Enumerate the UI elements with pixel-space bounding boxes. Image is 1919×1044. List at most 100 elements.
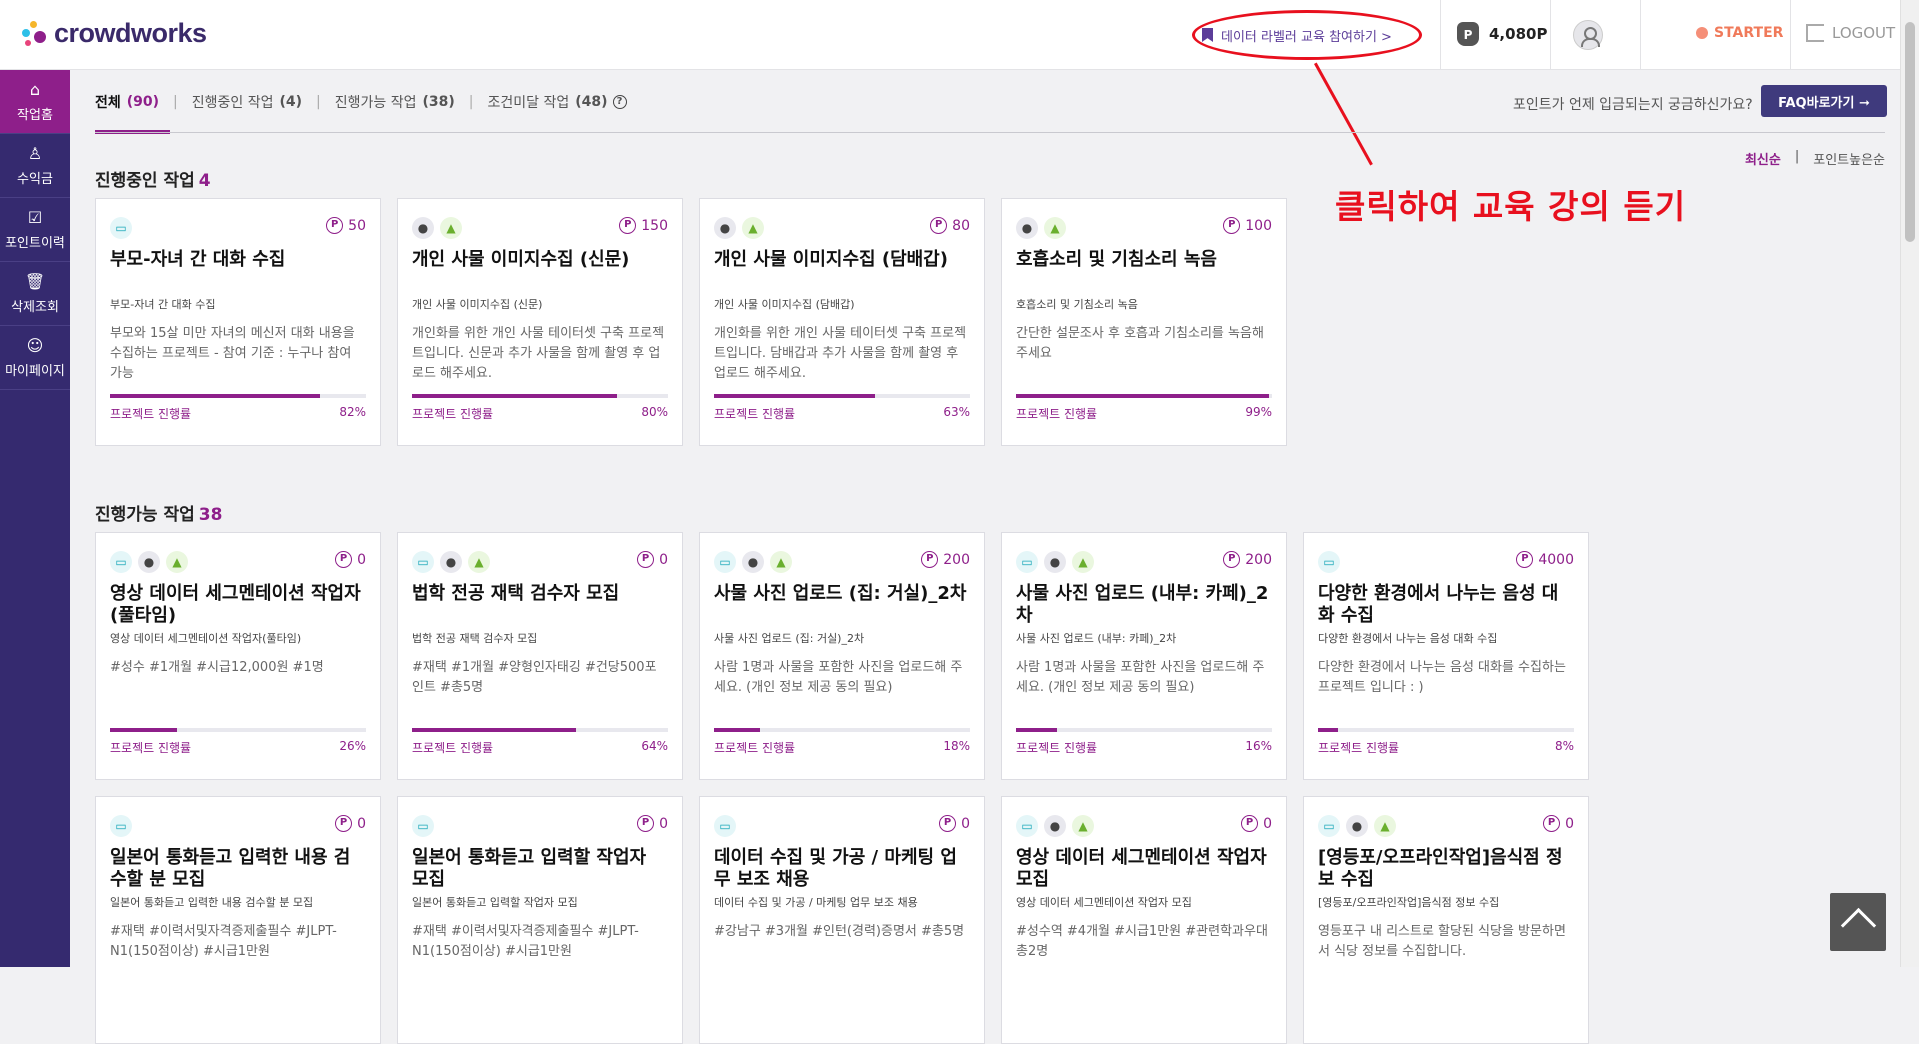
money-bag-icon: ♙ <box>27 144 43 163</box>
card-title: [영등포/오프라인작업]음식점 정보 수집 <box>1318 847 1563 890</box>
scrollbar-thumb[interactable] <box>1905 22 1915 242</box>
sidebar-item-earnings[interactable]: ♙ 수익금 <box>0 134 70 198</box>
available-card-list-2: ▭ P0 일본어 통화듣고 입력한 내용 검수할 분 모집 일본어 통화듣고 입… <box>95 796 1589 1044</box>
point-icon: P <box>930 217 948 234</box>
header-divider <box>1550 0 1551 70</box>
monitor-icon: ▭ <box>1016 551 1038 573</box>
card-description: 개인화를 위한 개인 사물 테이터셋 구축 프로젝트입니다. 담배갑과 추가 사… <box>714 326 967 381</box>
in-progress-card-list: ▭ P 50 부모-자녀 간 대화 수집 부모-자녀 간 대화 수집 부모와 15… <box>95 198 1287 446</box>
points-display[interactable]: P 4,080P <box>1457 22 1547 46</box>
available-card-list: ▭ ● ▲ P0 영상 데이터 세그멘테이션 작업자(풀타임) 영상 데이터 세그멘… <box>95 532 1589 780</box>
header-divider <box>1640 0 1641 70</box>
sidebar-item-deleted[interactable]: 🗑 삭제조회 <box>0 262 70 326</box>
card-subtitle: 영상 데이터 세그멘테이션 작업자(풀타임) <box>110 632 302 645</box>
tab-label: 진행중인 작업 <box>191 95 274 111</box>
card-subtitle: 영상 데이터 세그멘테이션 작업자 모집 <box>1016 896 1192 909</box>
points-value: 4,080P <box>1489 25 1548 43</box>
avatar-icon[interactable] <box>1573 20 1603 50</box>
progress-percent: 64% <box>641 739 668 753</box>
faq-button[interactable]: FAQ바로가기 ➞ <box>1761 85 1887 117</box>
tab-label: 진행가능 작업 <box>334 95 417 111</box>
apple-icon: ● <box>412 217 434 239</box>
sort-latest[interactable]: 최신순 <box>1745 149 1781 168</box>
card-points-value: 0 <box>1565 815 1574 832</box>
task-card[interactable]: ▭ ● ▲ P 200 사물 사진 업로드 (집: 거실)_2차 사물 사진 업로드 … <box>699 532 985 780</box>
task-card[interactable]: ● ▲ P 150 개인 사물 이미지수집 (신문) 개인 사물 이미지수집 (신문… <box>397 198 683 446</box>
point-icon: P <box>1223 217 1241 234</box>
card-points: P0 <box>1543 815 1574 832</box>
card-subtitle: 법학 전공 재택 검수자 모집 <box>412 632 538 645</box>
card-description: #재택 #1개월 #양형인자태깅 #건당500포인트 #총5명 <box>412 660 657 695</box>
monitor-icon: ▭ <box>714 815 736 837</box>
data-labeler-education-button[interactable]: 데이터 라벨러 교육 참여하기 > <box>1202 24 1392 46</box>
tab-in-progress[interactable]: 진행중인 작업 (4) <box>192 92 302 112</box>
logout-button[interactable]: LOGOUT <box>1806 24 1895 42</box>
point-icon: P <box>1223 551 1241 568</box>
platform-icons: ▭ <box>714 815 970 837</box>
card-description: 개인화를 위한 개인 사물 테이터셋 구축 프로젝트입니다. 신문과 추가 사물… <box>412 326 665 381</box>
card-points-value: 200 <box>1245 551 1272 568</box>
tab-available[interactable]: 진행가능 작업 (38) <box>335 92 455 112</box>
card-points: P 4000 <box>1516 551 1574 568</box>
monitor-icon: ▭ <box>714 551 736 573</box>
section-count: 4 <box>198 171 211 191</box>
logo-text: crowdworks <box>54 18 207 48</box>
card-subtitle: 일본어 통화듣고 입력할 작업자 모집 <box>412 896 578 909</box>
apple-icon: ● <box>440 551 462 573</box>
card-points-value: 0 <box>357 815 366 832</box>
task-card[interactable]: ▭ P 50 부모-자녀 간 대화 수집 부모-자녀 간 대화 수집 부모와 15… <box>95 198 381 446</box>
monitor-icon: ▭ <box>412 551 434 573</box>
card-description: #성수역 #4개월 #시급1만원 #관련학과우대 총2명 <box>1016 924 1268 959</box>
card-points-value: 150 <box>641 217 668 234</box>
card-subtitle: 사물 사진 업로드 (집: 거실)_2차 <box>714 632 865 645</box>
scroll-to-top-button[interactable] <box>1830 893 1886 951</box>
tab-all[interactable]: 전체 (90) <box>95 92 159 112</box>
sidebar-item-point-history[interactable]: ☑ 포인트이력 <box>0 198 70 262</box>
task-card[interactable]: ▭ ● ▲ P0 영상 데이터 세그멘테이션 작업자 모집 영상 데이터 세그멘테이… <box>1001 796 1287 1044</box>
section-count: 38 <box>198 505 223 525</box>
tab-count: (90) <box>126 94 160 110</box>
monitor-icon: ▭ <box>110 551 132 573</box>
crowdworks-logo[interactable]: crowdworks <box>22 18 207 49</box>
card-description: 사람 1명과 사물을 포함한 사진을 업로드해 주세요. (개인 정보 제공 동… <box>1016 660 1265 695</box>
task-card[interactable]: ▭ P0 일본어 통화듣고 입력할 작업자 모집 일본어 통화듣고 입력할 작업… <box>397 796 683 1044</box>
task-card[interactable]: ▭ P0 데이터 수집 및 가공 / 마케팅 업무 보조 채용 데이터 수집 및… <box>699 796 985 1044</box>
user-icon: ☺ <box>26 336 44 355</box>
task-card[interactable]: ▭ P 4000 다양한 환경에서 나누는 음성 대화 수집 다양한 환경에서 나… <box>1303 532 1589 780</box>
task-card[interactable]: ▭ ● ▲ P0 [영등포/오프라인작업]음식점 정보 수집 [영등포/오프라인작업… <box>1303 796 1589 1044</box>
progress-bar <box>412 394 668 398</box>
point-icon: P <box>326 217 344 234</box>
android-icon: ▲ <box>1374 815 1396 837</box>
annotation-line <box>1314 62 1373 166</box>
card-points: P0 <box>335 551 366 568</box>
tab-unqualified[interactable]: 조건미달 작업 (48) ? <box>488 92 627 112</box>
card-description: #재택 #이력서및자격증제출필수 #JLPT-N1(150점이상) #시급1만원 <box>412 924 639 959</box>
progress-fill <box>412 394 617 398</box>
logout-icon <box>1806 24 1824 42</box>
progress-row: 프로젝트 진행률 80% <box>412 405 668 422</box>
sidebar-item-work-home[interactable]: ⌂ 작업홈 <box>0 70 70 134</box>
scrollbar[interactable] <box>1900 0 1919 967</box>
card-points-value: 0 <box>659 815 668 832</box>
task-card[interactable]: ▭ P0 일본어 통화듣고 입력한 내용 검수할 분 모집 일본어 통화듣고 입… <box>95 796 381 1044</box>
task-card[interactable]: ● ▲ P 100 호흡소리 및 기침소리 녹음 호흡소리 및 기침소리 녹음 간단… <box>1001 198 1287 446</box>
help-icon[interactable]: ? <box>612 95 627 109</box>
card-description: 간단한 설문조사 후 호흡과 기침소리를 녹음해 주세요 <box>1016 326 1264 361</box>
task-card[interactable]: ▭ ● ▲ P0 법학 전공 재택 검수자 모집 법학 전공 재택 검수자 모집 #… <box>397 532 683 780</box>
progress-fill <box>714 394 876 398</box>
section-title-text: 진행가능 작업 <box>95 505 195 525</box>
section-title-text: 진행중인 작업 <box>95 171 195 191</box>
task-card[interactable]: ▭ ● ▲ P 200 사물 사진 업로드 (내부: 카페)_2차 사물 사진 업로드… <box>1001 532 1287 780</box>
sort-points[interactable]: 포인트높은순 <box>1813 149 1885 168</box>
task-card[interactable]: ● ▲ P 80 개인 사물 이미지수집 (담배갑) 개인 사물 이미지수집 (담배… <box>699 198 985 446</box>
progress-label: 프로젝트 진행률 <box>412 407 494 421</box>
sidebar-item-mypage[interactable]: ☺ 마이페이지 <box>0 326 70 390</box>
sidebar-item-label: 작업홈 <box>17 108 53 123</box>
card-title: 개인 사물 이미지수집 (신문) <box>412 249 630 270</box>
card-title: 영상 데이터 세그멘테이션 작업자(풀타임) <box>110 583 361 626</box>
card-points-value: 80 <box>952 217 970 234</box>
task-card[interactable]: ▭ ● ▲ P0 영상 데이터 세그멘테이션 작업자(풀타임) 영상 데이터 세그멘… <box>95 532 381 780</box>
progress-label: 프로젝트 진행률 <box>110 407 192 421</box>
progress-label: 프로젝트 진행률 <box>412 741 494 755</box>
card-title: 사물 사진 업로드 (내부: 카페)_2차 <box>1016 583 1269 626</box>
